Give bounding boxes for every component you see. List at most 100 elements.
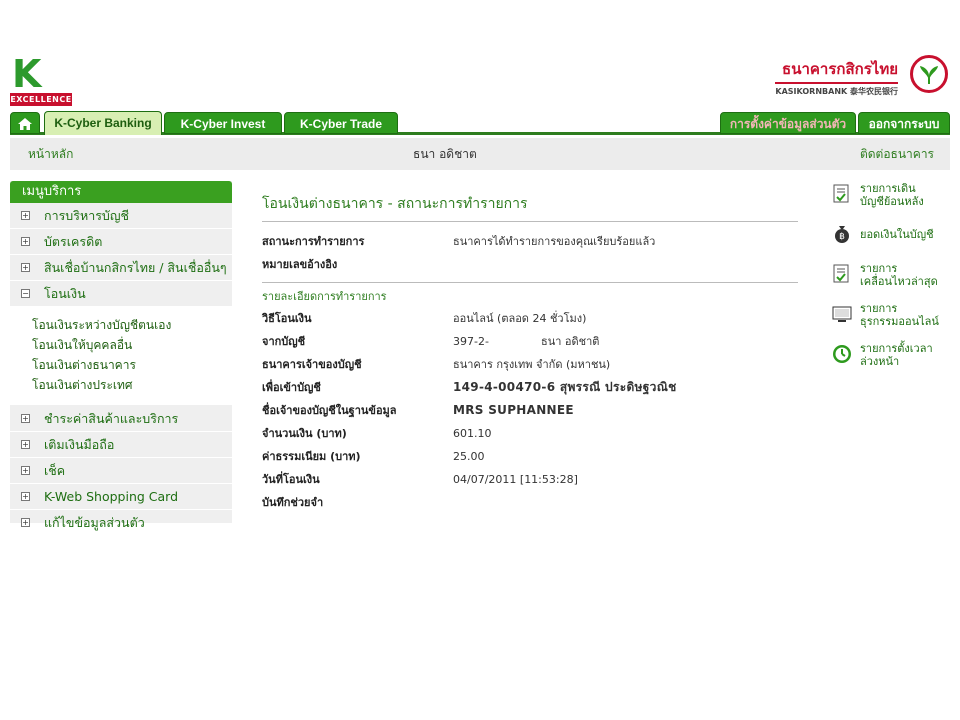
submenu-other-bank[interactable]: โอนเงินต่างธนาคาร xyxy=(32,355,232,375)
bank-name-thai: ธนาคารกสิกรไทย xyxy=(775,57,898,84)
submenu-international[interactable]: โอนเงินต่างประเทศ xyxy=(32,375,232,395)
recent-transactions-icon xyxy=(832,264,852,284)
date-row: วันที่โอนเงิน 04/07/2011 [11:53:28] xyxy=(262,468,798,491)
expand-icon: + xyxy=(21,237,30,246)
from-account-label: จากบัญชี xyxy=(262,335,306,348)
quick-link-text: ยอดเงินในบัญชี xyxy=(860,228,934,241)
kasikorn-excellence-logo[interactable]: K EXCELLENCE xyxy=(10,55,72,106)
sidebar-item-mobile-topup[interactable]: + เติมเงินมือถือ xyxy=(10,432,232,458)
service-menu-sidebar: เมนูบริการ + การบริหารบัญชี + บัตรเครดิต… xyxy=(10,181,232,536)
quick-links-panel: รายการเดิน บัญชีย้อนหลัง ฿ ยอดเงินในบัญชี… xyxy=(832,182,952,382)
memo-label: บันทึกช่วยจำ xyxy=(262,496,324,509)
kbank-emblem-icon xyxy=(910,55,948,93)
amount-value: 601.10 xyxy=(453,427,492,440)
fee-row: ค่าธรรมเนียม (บาท) 25.00 xyxy=(262,445,798,468)
expand-icon: + xyxy=(21,211,30,220)
reference-row: หมายเลขอ้างอิง xyxy=(262,253,798,276)
home-icon xyxy=(18,115,32,130)
method-label: วิธีโอนเงิน xyxy=(262,312,312,325)
status-row: สถานะการทำรายการ ธนาคารได้ทำรายการของคุณ… xyxy=(262,230,798,253)
tab-kcyber-trade[interactable]: K-Cyber Trade xyxy=(284,112,398,134)
sub-navigation-bar: หน้าหลัก ธนา อดิชาต ติดต่อธนาคาร xyxy=(10,138,950,170)
expand-icon: + xyxy=(21,492,30,501)
logout-button[interactable]: ออกจากระบบ xyxy=(858,112,950,134)
to-account-value: 149-4-00470-6 สุพรรณี ประดิษฐวณิช xyxy=(453,380,677,394)
svg-text:฿: ฿ xyxy=(839,232,845,242)
sidebar-item-label: การบริหารบัญชี xyxy=(44,208,129,223)
quick-link-text: รายการ ธุรกรรมออนไลน์ xyxy=(860,302,939,328)
expand-icon: + xyxy=(21,263,30,272)
main-tab-bar: K-Cyber Banking K-Cyber Invest K-Cyber T… xyxy=(10,111,950,135)
owner-label: ชื่อเจ้าของบัญชีในฐานข้อมูล xyxy=(262,404,397,417)
memo-row: บันทึกช่วยจำ xyxy=(262,491,798,514)
statement-icon xyxy=(832,184,852,204)
sidebar-item-credit-card[interactable]: + บัตรเครดิต xyxy=(10,229,232,255)
sidebar-item-transfer[interactable]: − โอนเงิน xyxy=(10,281,232,307)
reference-label: หมายเลขอ้างอิง xyxy=(262,258,338,271)
sidebar-item-label: โอนเงิน xyxy=(44,286,86,301)
sidebar-item-cheque[interactable]: + เช็ค xyxy=(10,458,232,484)
quick-link-text: รายการตั้งเวลา ล่วงหน้า xyxy=(860,342,933,368)
contact-bank-link[interactable]: ติดต่อธนาคาร xyxy=(860,138,934,170)
status-label: สถานะการทำรายการ xyxy=(262,235,365,248)
tab-kcyber-banking[interactable]: K-Cyber Banking xyxy=(44,111,162,135)
tab-personal-settings[interactable]: การตั้งค่าข้อมูลส่วนตัว xyxy=(720,112,856,134)
quick-link-online-transactions[interactable]: รายการ ธุรกรรมออนไลน์ xyxy=(832,302,952,342)
submenu-own-accounts[interactable]: โอนเงินระหว่างบัญชีตนเอง xyxy=(32,315,232,335)
owner-row: ชื่อเจ้าของบัญชีในฐานข้อมูล MRS SUPHANNE… xyxy=(262,399,798,422)
online-transactions-icon xyxy=(832,304,852,324)
expand-icon: + xyxy=(21,466,30,475)
to-account-row: เพื่อเข้าบัญชี 149-4-00470-6 สุพรรณี ประ… xyxy=(262,376,798,399)
date-value: 04/07/2011 [11:53:28] xyxy=(453,473,578,486)
fee-label: ค่าธรรมเนียม (บาท) xyxy=(262,450,361,463)
tab-kcyber-invest[interactable]: K-Cyber Invest xyxy=(164,112,282,134)
logo-k-mark: K xyxy=(12,52,42,96)
status-value: ธนาคารได้ทำรายการของคุณเรียบร้อยแล้ว xyxy=(453,235,656,248)
header: K EXCELLENCE ธนาคารกสิกรไทย KASIKORNBANK… xyxy=(0,55,960,111)
sidebar-item-label: เติมเงินมือถือ xyxy=(44,437,115,452)
transaction-status-panel: โอนเงินต่างธนาคาร - สถานะการทำรายการ สถา… xyxy=(262,190,798,514)
tab-home[interactable] xyxy=(10,112,40,134)
quick-link-balance[interactable]: ฿ ยอดเงินในบัญชี xyxy=(832,222,952,262)
transfer-submenu: โอนเงินระหว่างบัญชีตนเอง โอนเงินให้บุคคล… xyxy=(10,307,232,406)
from-account-number: 397-2- xyxy=(453,335,489,348)
sidebar-item-label: เช็ค xyxy=(44,463,66,478)
to-account-label: เพื่อเข้าบัญชี xyxy=(262,381,321,394)
submenu-other-person[interactable]: โอนเงินให้บุคคลอื่น xyxy=(32,335,232,355)
sidebar-item-edit-profile[interactable]: + แก้ไขข้อมูลส่วนตัว xyxy=(10,510,232,536)
method-row: วิธีโอนเงิน ออนไลน์ (ตลอด 24 ชั่วโมง) xyxy=(262,307,798,330)
sidebar-item-bill-payment[interactable]: + ชำระค่าสินค้าและบริการ xyxy=(10,406,232,432)
date-label: วันที่โอนเงิน xyxy=(262,473,320,486)
amount-row: จำนวนเงิน (บาท) 601.10 xyxy=(262,422,798,445)
from-account-row: จากบัญชี 397-2- ธนา อดิชาติ xyxy=(262,330,798,353)
sidebar-item-kweb-shopping-card[interactable]: + K-Web Shopping Card xyxy=(10,484,232,510)
quick-link-statement[interactable]: รายการเดิน บัญชีย้อนหลัง xyxy=(832,182,952,222)
quick-link-text: รายการ เคลื่อนไหวล่าสุด xyxy=(860,262,938,288)
collapse-icon: − xyxy=(21,289,30,298)
bank-label: ธนาคารเจ้าของบัญชี xyxy=(262,358,362,371)
bank-value: ธนาคาร กรุงเทพ จำกัด (มหาชน) xyxy=(453,358,611,371)
from-account-name: ธนา อดิชาติ xyxy=(541,335,600,348)
bank-name-english: KASIKORNBANK 泰华农民银行 xyxy=(775,87,898,96)
owner-value: MRS SUPHANNEE xyxy=(453,403,574,417)
page-title: โอนเงินต่างธนาคาร - สถานะการทำรายการ xyxy=(262,190,798,222)
sidebar-item-label: สินเชื่อบ้านกสิกรไทย / สินเชื่ออื่นๆ xyxy=(44,260,227,275)
expand-icon: + xyxy=(21,440,30,449)
sidebar-item-label: ชำระค่าสินค้าและบริการ xyxy=(44,411,179,426)
home-link[interactable]: หน้าหลัก xyxy=(28,138,73,170)
expand-icon: + xyxy=(21,518,30,527)
sidebar-item-label: แก้ไขข้อมูลส่วนตัว xyxy=(44,515,145,530)
bank-row: ธนาคารเจ้าของบัญชี ธนาคาร กรุงเทพ จำกัด … xyxy=(262,353,798,376)
quick-link-text: รายการเดิน บัญชีย้อนหลัง xyxy=(860,182,924,208)
fee-value: 25.00 xyxy=(453,450,485,463)
method-value: ออนไลน์ (ตลอด 24 ชั่วโมง) xyxy=(453,312,587,325)
money-bag-icon: ฿ xyxy=(832,224,852,244)
sidebar-item-label: บัตรเครดิต xyxy=(44,234,103,249)
user-name: ธนา อดิชาต xyxy=(413,147,477,161)
quick-link-recent-transactions[interactable]: รายการ เคลื่อนไหวล่าสุด xyxy=(832,262,952,302)
quick-link-scheduled[interactable]: รายการตั้งเวลา ล่วงหน้า xyxy=(832,342,952,382)
service-menu-title: เมนูบริการ xyxy=(10,181,232,203)
sidebar-item-account-management[interactable]: + การบริหารบัญชี xyxy=(10,203,232,229)
sidebar-item-loans[interactable]: + สินเชื่อบ้านกสิกรไทย / สินเชื่ออื่นๆ xyxy=(10,255,232,281)
amount-label: จำนวนเงิน (บาท) xyxy=(262,427,347,440)
